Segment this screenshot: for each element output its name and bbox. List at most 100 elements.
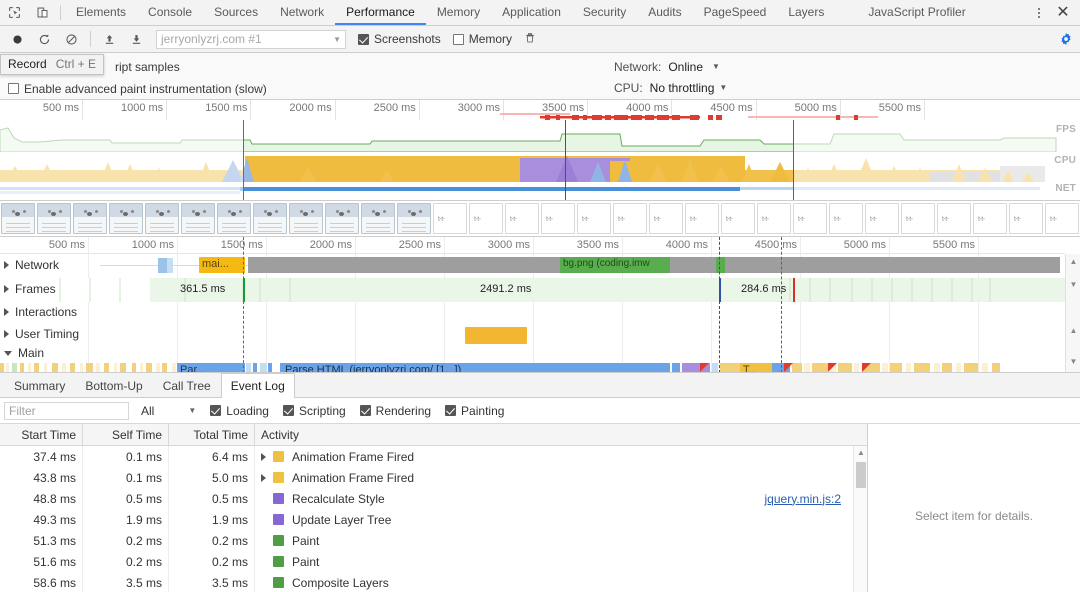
filmstrip-frame[interactable] [1,203,35,234]
filmstrip-frame[interactable] [397,203,431,234]
track-header-frames[interactable]: Frames [4,282,56,296]
screenshots-checkbox[interactable]: Screenshots [358,32,441,46]
tab-application[interactable]: Application [491,0,572,25]
filmstrip-frame-blank[interactable]: t-t- [865,203,899,234]
category-filter-rendering[interactable]: Rendering [359,404,431,418]
filmstrip-frame-blank[interactable]: t-t- [649,203,683,234]
device-toolbar-icon[interactable] [28,0,56,25]
event-log-table[interactable]: Start Time Self Time Total Time Activity… [0,424,868,592]
table-row[interactable]: 43.8 ms 0.1 ms 5.0 ms Animation Frame Fired [0,467,867,488]
track-interactions[interactable]: Interactions [0,302,1065,324]
scroll-up-icon[interactable]: ▲ [1069,257,1078,266]
filmstrip-frame-blank[interactable]: t-t- [613,203,647,234]
tab-network[interactable]: Network [269,0,335,25]
tab-javascript-profiler[interactable]: JavaScript Profiler [857,0,976,25]
tab-pagespeed[interactable]: PageSpeed [693,0,778,25]
filmstrip-frame-blank[interactable]: t-t- [1045,203,1079,234]
category-filter-scripting[interactable]: Scripting [282,404,346,418]
filmstrip-frame-blank[interactable]: t-t- [541,203,575,234]
tab-elements[interactable]: Elements [65,0,137,25]
filmstrip-frame-blank[interactable]: t-t- [1009,203,1043,234]
scroll-up-icon[interactable]: ▲ [856,448,866,457]
category-filter-loading[interactable]: Loading [210,404,269,418]
filmstrip-frame-blank[interactable]: t-t- [937,203,971,234]
main-event-parse-html[interactable]: Parse HTML (jerryonlyzrj.com/ [1...]) [280,363,670,372]
memory-checkbox[interactable]: Memory [452,32,512,46]
filmstrip-frame-blank[interactable]: t-t- [685,203,719,234]
filmstrip-frame[interactable] [37,203,71,234]
reload-and-record-icon[interactable] [31,27,58,52]
save-profile-icon[interactable] [123,27,150,52]
filmstrip-frame[interactable] [217,203,251,234]
filmstrip-frame[interactable] [145,203,179,234]
filmstrip-frame[interactable] [181,203,215,234]
tab-call-tree[interactable]: Call Tree [153,373,221,397]
timeline-scrollbar[interactable]: ▲ ▼ ▲ ▼ [1065,254,1080,372]
category-filter-painting[interactable]: Painting [445,404,504,418]
user-timing-measure[interactable] [465,327,527,344]
timeline-overview[interactable]: 500 ms 1000 ms 1500 ms 2000 ms 2500 ms 3000 m… [0,100,1080,201]
scroll-down-icon-2[interactable]: ▼ [1069,357,1078,366]
filmstrip-frame-blank[interactable]: t-t- [829,203,863,234]
tab-layers[interactable]: Layers [777,0,835,25]
timeline-tracks[interactable]: 500 ms 1000 ms 1500 ms 2000 ms 2500 ms 3000 m… [0,237,1080,373]
source-link[interactable]: jquery.min.js:2 [765,492,841,506]
tab-memory[interactable]: Memory [426,0,491,25]
table-row[interactable]: 51.3 ms 0.2 ms 0.2 ms Paint [0,530,867,551]
scrollbar-thumb[interactable] [856,462,866,488]
tab-audits[interactable]: Audits [637,0,692,25]
track-header-network[interactable]: Network [4,258,59,272]
network-throttling-row[interactable]: Network: Online ▼ [614,56,727,77]
table-row[interactable]: 58.6 ms 3.5 ms 3.5 ms Composite Layers [0,572,867,592]
filmstrip-frame-blank[interactable]: t-t- [901,203,935,234]
track-frames[interactable]: Frames 361.5 ms 2491.2 ms 284.6 ms [0,278,1065,302]
tab-bottom-up[interactable]: Bottom-Up [75,373,152,397]
expand-row-icon[interactable] [261,473,266,482]
network-request-bgpng[interactable]: bg.png (coding.imw [560,257,670,273]
filmstrip-frame[interactable] [325,203,359,234]
main-event-task[interactable]: T... [740,363,772,372]
close-icon[interactable]: ✕ [1050,4,1076,21]
record-icon[interactable] [4,27,31,52]
track-network[interactable]: Network mai... bg.png (coding.imw [0,254,1065,278]
tab-sources[interactable]: Sources [203,0,269,25]
clear-recording-icon[interactable] [58,27,85,52]
filter-input[interactable]: Filter [4,401,129,420]
scroll-down-icon[interactable]: ▼ [1069,280,1078,289]
track-main[interactable]: Main Par... Parse HTML (jerryonlyzrj.com… [0,237,1065,372]
expand-row-icon[interactable] [261,452,266,461]
tab-security[interactable]: Security [572,0,637,25]
tab-event-log[interactable]: Event Log [220,373,295,398]
filmstrip-frame-blank[interactable]: t-t- [793,203,827,234]
filmstrip-frame-blank[interactable]: t-t- [469,203,503,234]
tab-performance[interactable]: Performance [335,0,426,25]
filmstrip-frame-blank[interactable]: t-t- [973,203,1007,234]
main-event-parse-1[interactable]: Par... [177,363,245,372]
paint-instrumentation-checkbox[interactable]: Enable advanced paint instrumentation (s… [8,78,267,99]
track-header-user-timing[interactable]: User Timing [4,327,79,341]
more-options-icon[interactable] [1028,7,1050,18]
filmstrip[interactable]: t-t-t-t-t-t-t-t-t-t-t-t-t-t-t-t-t-t-t-t-… [0,201,1080,237]
track-header-main[interactable]: Main [4,346,44,360]
filmstrip-frame-blank[interactable]: t-t- [577,203,611,234]
filmstrip-frame-blank[interactable]: t-t- [433,203,467,234]
tab-summary[interactable]: Summary [4,373,75,397]
chevron-down-icon[interactable]: ▼ [719,83,727,92]
table-row[interactable]: 37.4 ms 0.1 ms 6.4 ms Animation Frame Fired [0,446,867,467]
inspect-element-icon[interactable] [0,0,28,25]
filmstrip-frame-blank[interactable]: t-t- [721,203,755,234]
column-header-self-time[interactable]: Self Time [83,424,169,445]
gear-icon[interactable] [1052,32,1080,46]
filmstrip-frame-blank[interactable]: t-t- [505,203,539,234]
track-header-interactions[interactable]: Interactions [4,305,77,319]
recording-selector[interactable]: jerryonlyzrj.com #1 ▼ [156,29,346,49]
filmstrip-frame[interactable] [73,203,107,234]
filmstrip-frame[interactable] [289,203,323,234]
table-row[interactable]: 49.3 ms 1.9 ms 1.9 ms Update Layer Tree [0,509,867,530]
column-header-activity[interactable]: Activity [255,424,867,445]
overview-selection-end-handle[interactable] [793,120,794,200]
load-profile-icon[interactable] [96,27,123,52]
duration-filter-select[interactable]: All ▼ [141,404,196,418]
chevron-down-icon[interactable]: ▼ [712,62,720,71]
scroll-up-icon-2[interactable]: ▲ [1069,326,1078,335]
